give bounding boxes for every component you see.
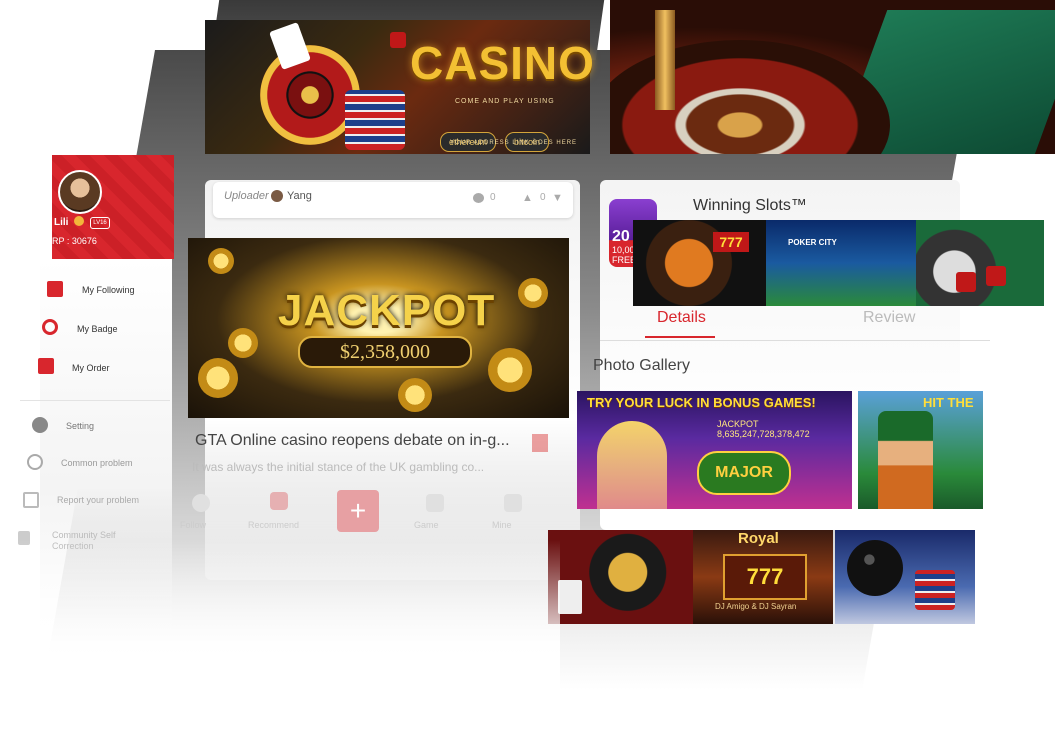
tab-follow[interactable]: Follow — [180, 520, 206, 530]
chip-stack-graphic — [345, 90, 405, 150]
uploader-name[interactable]: Yang — [287, 190, 312, 202]
add-post-button[interactable]: + — [337, 490, 379, 532]
gallery-image-hit[interactable]: HIT THE — [858, 391, 983, 509]
clipboard-check-icon[interactable] — [504, 494, 522, 512]
avatar[interactable] — [58, 170, 102, 214]
sidebar-item-common-problem[interactable]: Common problem — [61, 458, 133, 468]
dice-graphic — [390, 32, 406, 48]
profile-name: Lili — [54, 217, 69, 228]
jackpot-image[interactable]: JACKPOT $2,358,000 — [188, 238, 569, 418]
coin-graphic — [228, 328, 258, 358]
hit-header: HIT THE — [923, 395, 974, 410]
coin-graphic — [198, 358, 238, 398]
roulette-wheel-photo — [610, 40, 890, 154]
character-graphic — [597, 421, 667, 509]
level-badge: LV16 — [90, 217, 110, 229]
coin-graphic — [208, 248, 234, 274]
medal-icon — [74, 216, 84, 226]
gallery-title: Photo Gallery — [593, 357, 690, 374]
dice-icon[interactable] — [426, 494, 444, 512]
mini-thumb-1[interactable] — [548, 530, 693, 624]
news-snippet: It was always the initial stance of the … — [192, 460, 485, 474]
mini-thumb-3[interactable] — [835, 530, 975, 624]
chip-stack-graphic — [915, 570, 955, 610]
sidebar-divider — [20, 400, 170, 401]
sidebar-item-my-badge[interactable]: My Badge — [77, 324, 118, 334]
tab-details[interactable]: Details — [657, 309, 706, 327]
roulette-photo-banner[interactable] — [610, 0, 1055, 154]
mini-thumb-2[interactable]: Royal 777 DJ Amigo & DJ Sayran — [693, 530, 833, 624]
app-name: Winning Slots™ — [693, 197, 807, 214]
question-icon — [27, 454, 43, 470]
app-icon-sub: 10,00 — [612, 245, 635, 255]
casino-title: CASINO — [410, 37, 595, 89]
slot-777-graphic: 777 — [723, 554, 807, 600]
app-icon-number: 20 — [612, 228, 630, 245]
tab-game[interactable]: Game — [414, 520, 439, 530]
sidebar-item-my-order[interactable]: My Order — [72, 363, 110, 373]
screenshot-thumb-3[interactable] — [916, 220, 1044, 306]
dice-graphic — [986, 266, 1006, 286]
news-headline[interactable]: GTA Online casino reopens debate on in-g… — [195, 432, 510, 450]
uploader-label: Uploader — [224, 190, 269, 202]
screenshot-thumb-2[interactable]: POKER CITY — [766, 220, 916, 306]
character-graphic — [878, 411, 933, 509]
gallery-image-bonus[interactable]: TRY YOUR LUCK IN BONUS GAMES! JACKPOT 8,… — [577, 391, 852, 509]
wheel-spindle-graphic — [655, 10, 675, 110]
casino-subtitle: COME AND PLAY USING — [455, 98, 555, 105]
bonus-jackpot: JACKPOT 8,635,247,728,378,472 — [717, 419, 810, 439]
tab-recommend[interactable]: Recommend — [248, 520, 299, 530]
badge-icon — [42, 319, 58, 335]
dice-graphic — [956, 272, 976, 292]
order-list-icon — [38, 358, 54, 374]
sidebar-item-my-following[interactable]: My Following — [82, 285, 135, 295]
bookmark-plus-icon — [47, 281, 63, 297]
sidebar-item-report-problem[interactable]: Report your problem — [57, 495, 139, 505]
eight-ball-graphic — [847, 540, 903, 596]
fade-overlay — [0, 540, 560, 732]
uploader-avatar[interactable] — [271, 190, 283, 202]
slot-777-graphic: 777 — [713, 232, 749, 252]
major-bonus-badge: MAJOR — [697, 451, 791, 495]
screenshot-thumb-1[interactable]: 777 — [633, 220, 773, 306]
jackpot-amount: $2,358,000 — [298, 336, 472, 368]
jackpot-title: JACKPOT — [278, 286, 496, 335]
tab-review[interactable]: Review — [863, 309, 915, 327]
playing-card-graphic — [558, 580, 582, 614]
gear-icon — [32, 417, 48, 433]
bonus-header: TRY YOUR LUCK IN BONUS GAMES! — [587, 395, 816, 410]
tab-active-indicator — [645, 336, 715, 338]
comment-icon[interactable] — [473, 193, 484, 203]
sidebar-item-setting[interactable]: Setting — [66, 421, 94, 431]
vote-count: 0 — [540, 192, 546, 203]
speaker-icon[interactable] — [532, 434, 548, 452]
poker-city-label: POKER CITY — [788, 238, 837, 247]
casino-address: YOUR ADDRESS LINK GOES HERE — [450, 140, 578, 146]
star-bookmark-icon[interactable] — [270, 492, 288, 510]
royal-title: Royal — [738, 530, 779, 547]
comment-count: 0 — [490, 192, 496, 203]
upvote-icon[interactable]: ▲ — [522, 192, 533, 204]
edit-icon — [23, 492, 39, 508]
heart-icon[interactable] — [192, 494, 210, 512]
downvote-icon[interactable]: ▼ — [552, 192, 563, 204]
coin-graphic — [398, 378, 432, 412]
tab-mine[interactable]: Mine — [492, 520, 512, 530]
coin-graphic — [488, 348, 532, 392]
coin-graphic — [518, 278, 548, 308]
rp-points: RP : 30676 — [52, 236, 97, 246]
royal-subtitle: DJ Amigo & DJ Sayran — [715, 602, 797, 611]
